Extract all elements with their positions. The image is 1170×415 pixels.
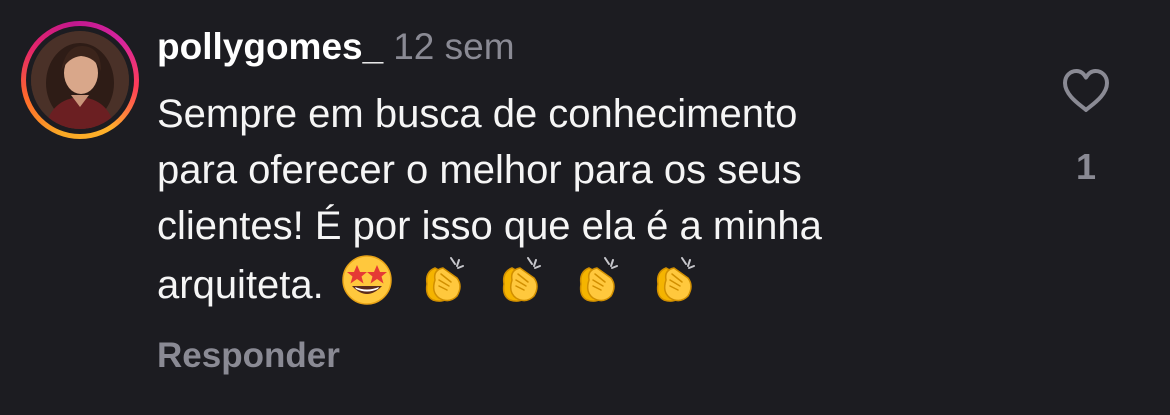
comment-text-line: clientes! É por isso que ela é a minha	[157, 204, 822, 248]
clapping-hands-emoji-icon	[580, 257, 619, 302]
comment-header: pollygomes_ 12 sem	[157, 24, 515, 70]
like-count: 1	[1075, 146, 1097, 187]
clapping-hands-emoji-icon	[657, 257, 696, 302]
avatar[interactable]	[31, 31, 129, 129]
story-ring[interactable]	[21, 21, 139, 139]
clapping-hands-emoji-icon	[502, 257, 542, 302]
reply-button[interactable]: Responder	[157, 334, 340, 378]
clapping-hands-emoji-icon	[425, 257, 464, 302]
heart-outline-icon	[1063, 69, 1109, 112]
star-struck-emoji-icon	[342, 255, 392, 305]
comment-text-line: arquiteta.	[157, 263, 324, 307]
emoji-row	[338, 254, 713, 321]
username[interactable]: pollygomes_	[157, 26, 383, 67]
avatar-photo	[31, 31, 129, 129]
comment-text-line-last: arquiteta.	[157, 254, 1037, 321]
avatar-container	[26, 26, 134, 134]
like-button[interactable]	[1060, 66, 1112, 116]
comment-text-line: para oferecer o melhor para os seus	[157, 148, 802, 192]
comment-text: Sempre em busca de conhecimento para ofe…	[157, 86, 1037, 321]
timestamp: 12 sem	[393, 26, 515, 67]
comment-text-line: Sempre em busca de conhecimento	[157, 92, 798, 136]
comment-item: pollygomes_ 12 sem Sempre em busca de con…	[0, 0, 1170, 415]
